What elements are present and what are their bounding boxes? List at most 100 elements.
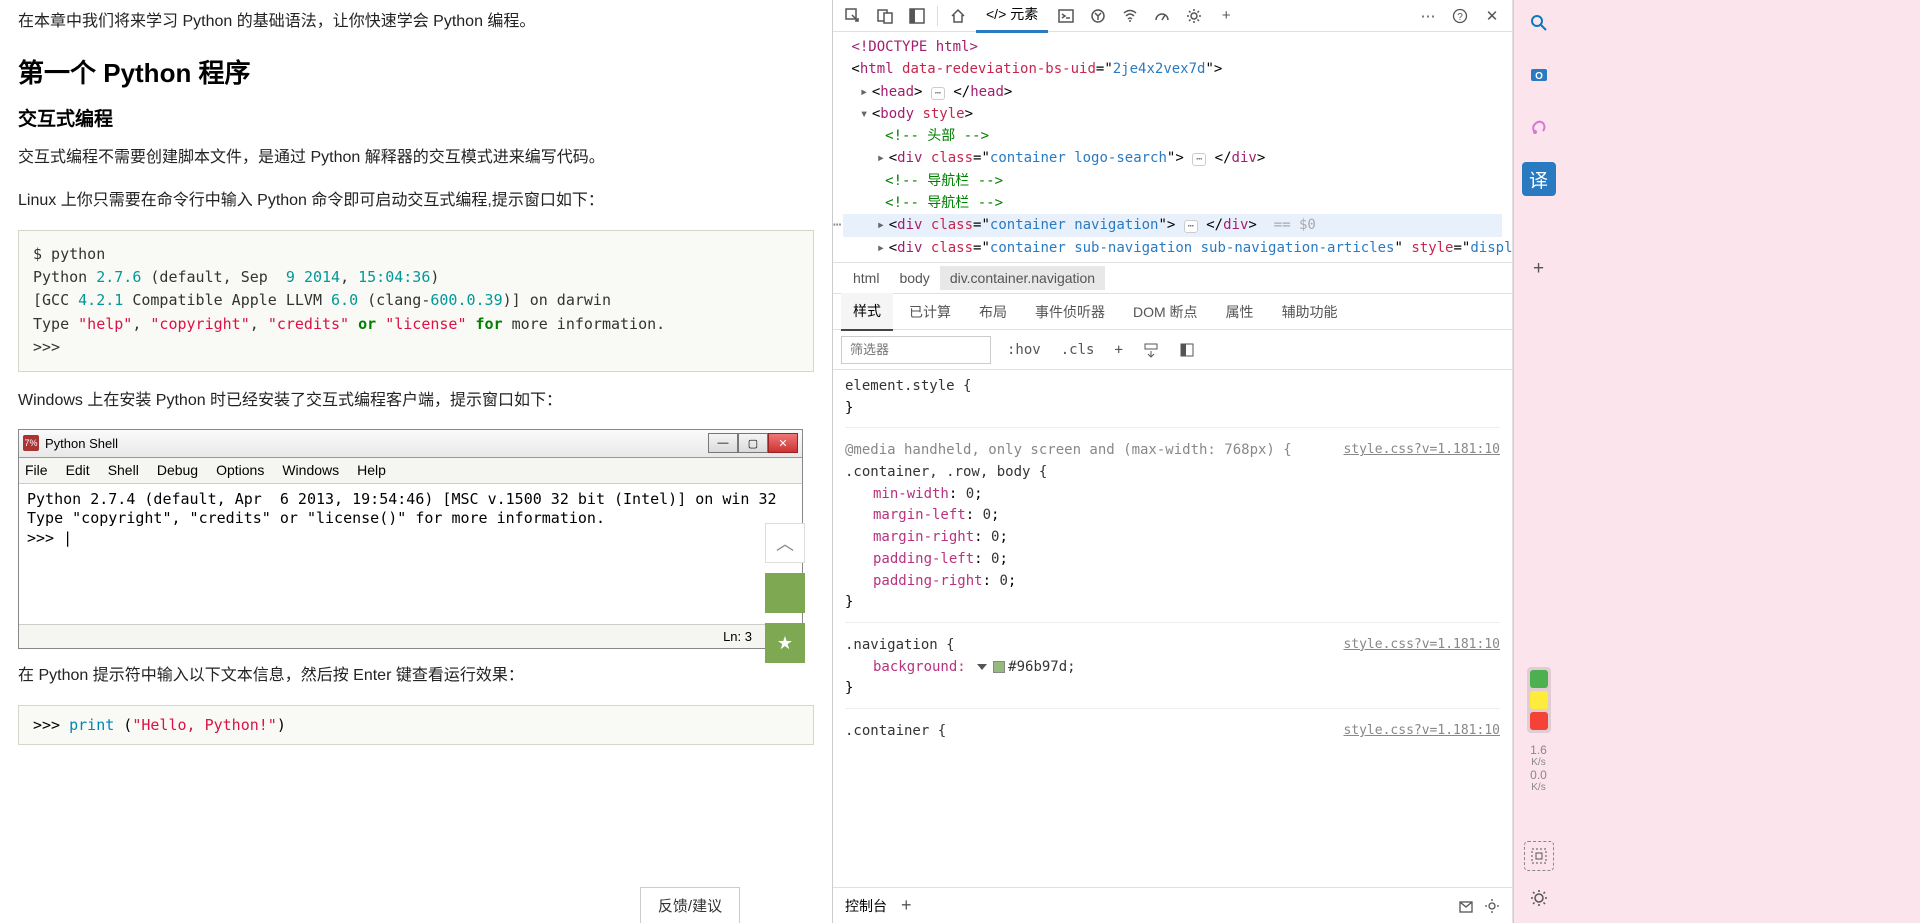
- crumb-navigation[interactable]: div.container.navigation: [940, 266, 1105, 290]
- crumb-body[interactable]: body: [889, 266, 939, 290]
- cls-toggle[interactable]: .cls: [1057, 340, 1099, 360]
- tab-elements[interactable]: </> 元素: [976, 0, 1048, 33]
- rule-element-style[interactable]: element.style { }: [845, 376, 1500, 428]
- menu-windows[interactable]: Windows: [282, 462, 339, 478]
- performance-icon[interactable]: [1148, 2, 1176, 30]
- dom-comment-nav1[interactable]: <!-- 导航栏 -->: [843, 170, 1502, 192]
- rule-navigation[interactable]: style.css?v=1.181:10 .navigation { backg…: [845, 635, 1500, 709]
- crumb-html[interactable]: html: [843, 266, 889, 290]
- dom-doctype[interactable]: <!DOCTYPE html>: [843, 36, 1502, 58]
- devtools-panel: </> 元素 + ⋯ ? ✕ <!DOCTYPE html> <html dat…: [833, 0, 1513, 923]
- tab-dom-breakpoints[interactable]: DOM 断点: [1121, 294, 1210, 330]
- close-devtools-icon[interactable]: ✕: [1478, 2, 1506, 30]
- menu-debug[interactable]: Debug: [157, 462, 198, 478]
- menu-shell[interactable]: Shell: [108, 462, 139, 478]
- para-windows-hint: Windows 上在安装 Python 时已经安装了交互式编程客户端，提示窗口如…: [18, 386, 814, 416]
- minimize-button[interactable]: —: [708, 433, 738, 453]
- console-icon[interactable]: [1052, 2, 1080, 30]
- tutorial-content: 在本章中我们将来学习 Python 的基础语法，让你快速学会 Python 编程…: [0, 0, 833, 923]
- translate-icon[interactable]: 译: [1522, 162, 1556, 196]
- source-link[interactable]: style.css?v=1.181:10: [1343, 635, 1500, 655]
- rule-media-container[interactable]: style.css?v=1.181:10 @media handheld, on…: [845, 440, 1500, 623]
- dom-subnav[interactable]: ▸<div class="container sub-navigation su…: [843, 237, 1502, 259]
- add-tab-icon[interactable]: +: [1212, 2, 1240, 30]
- source-link[interactable]: style.css?v=1.181:10: [1343, 721, 1500, 741]
- maximize-button[interactable]: ▢: [738, 433, 768, 453]
- console-drawer-bar: 控制台 +: [833, 887, 1512, 923]
- home-icon[interactable]: [944, 2, 972, 30]
- menu-file[interactable]: File: [25, 462, 48, 478]
- dom-logo-search[interactable]: ▸<div class="container logo-search"> ⋯ <…: [843, 147, 1502, 169]
- dom-body[interactable]: ▾<body style>: [843, 103, 1502, 125]
- styles-body[interactable]: element.style { } style.css?v=1.181:10 @…: [833, 370, 1512, 887]
- flex-icon[interactable]: [1139, 340, 1163, 360]
- gear-icon[interactable]: [1524, 883, 1554, 913]
- hov-toggle[interactable]: :hov: [1003, 340, 1045, 360]
- shell-menu: File Edit Shell Debug Options Windows He…: [19, 458, 802, 484]
- network-speed: 1.6K/s 0.0K/s: [1514, 743, 1563, 793]
- dom-head[interactable]: ▸<head> ⋯ </head>: [843, 81, 1502, 103]
- devtools-header: </> 元素 + ⋯ ? ✕: [833, 0, 1512, 32]
- dom-html[interactable]: <html data-redeviation-bs-uid="2je4x2vex…: [843, 58, 1502, 80]
- grid-icon[interactable]: [1175, 340, 1199, 360]
- para-interactive-desc: 交互式编程不需要创建脚本文件，是通过 Python 解释器的交互模式进来编写代码…: [18, 143, 814, 173]
- dom-breadcrumb: html body div.container.navigation: [833, 262, 1512, 294]
- shell-status: Ln: 3: [19, 624, 802, 648]
- drawer-settings-icon[interactable]: [1484, 898, 1500, 914]
- more-icon[interactable]: ⋯: [1414, 2, 1442, 30]
- qr-button[interactable]: [765, 573, 805, 613]
- close-button[interactable]: ✕: [768, 433, 798, 453]
- dom-comment-header[interactable]: <!-- 头部 -->: [843, 125, 1502, 147]
- dom-comment-nav2[interactable]: <!-- 导航栏 -->: [843, 192, 1502, 214]
- code-block-linux: $ python Python 2.7.6 (default, Sep 9 20…: [18, 230, 814, 372]
- add-sidebar-icon[interactable]: +: [1522, 252, 1556, 286]
- network-icon[interactable]: [1116, 2, 1144, 30]
- styles-filter-input[interactable]: [841, 336, 991, 364]
- search-icon[interactable]: [1522, 6, 1556, 40]
- para-prompt-hint: 在 Python 提示符中输入以下文本信息，然后按 Enter 键查看运行效果：: [18, 661, 814, 691]
- shell-title: Python Shell: [45, 436, 118, 451]
- extension-icon[interactable]: [1522, 110, 1556, 144]
- para-linux-hint: Linux 上你只需要在命令行中输入 Python 命令即可启动交互式编程,提示…: [18, 186, 814, 216]
- screenshot-icon[interactable]: [1524, 841, 1554, 871]
- issues-icon[interactable]: [1458, 898, 1474, 914]
- styles-tabs: 样式 已计算 布局 事件侦听器 DOM 断点 属性 辅助功能: [833, 294, 1512, 330]
- browser-sidebar: O 译 + 1.6K/s 0.0K/s: [1513, 0, 1563, 923]
- python-shell-icon: 7%: [23, 435, 39, 451]
- tab-properties[interactable]: 属性: [1214, 294, 1266, 330]
- tab-accessibility[interactable]: 辅助功能: [1270, 294, 1350, 330]
- tab-event-listeners[interactable]: 事件侦听器: [1023, 294, 1117, 330]
- svg-text:O: O: [1535, 71, 1543, 82]
- feedback-button[interactable]: 反馈/建议: [640, 887, 740, 923]
- shell-titlebar: 7% Python Shell — ▢ ✕: [19, 430, 802, 458]
- svg-text:?: ?: [1457, 12, 1463, 23]
- new-rule-icon[interactable]: +: [1110, 340, 1126, 360]
- help-icon[interactable]: ?: [1446, 2, 1474, 30]
- dock-icon[interactable]: [903, 2, 931, 30]
- inspect-icon[interactable]: [839, 2, 867, 30]
- menu-edit[interactable]: Edit: [66, 462, 90, 478]
- device-toggle-icon[interactable]: [871, 2, 899, 30]
- scroll-top-button[interactable]: ︿: [765, 523, 805, 563]
- source-link[interactable]: style.css?v=1.181:10: [1343, 440, 1500, 460]
- intro-text: 在本章中我们将来学习 Python 的基础语法，让你快速学会 Python 编程…: [18, 8, 814, 35]
- tab-styles[interactable]: 样式: [841, 293, 893, 331]
- menu-help[interactable]: Help: [357, 462, 386, 478]
- heading-interactive: 交互式编程: [18, 104, 814, 131]
- sources-icon[interactable]: [1084, 2, 1112, 30]
- traffic-indicator: [1527, 667, 1551, 733]
- menu-options[interactable]: Options: [216, 462, 264, 478]
- add-drawer-tab-icon[interactable]: +: [901, 895, 912, 916]
- dom-close-div[interactable]: </div>: [843, 259, 1502, 262]
- heading-first-program: 第一个 Python 程序: [18, 53, 814, 90]
- outlook-icon[interactable]: O: [1522, 58, 1556, 92]
- tab-layout[interactable]: 布局: [967, 294, 1019, 330]
- favorite-button[interactable]: ★: [765, 623, 805, 663]
- rule-container[interactable]: style.css?v=1.181:10 .container {: [845, 721, 1500, 751]
- dom-navigation-selected[interactable]: ⋯ ▸<div class="container navigation"> ⋯ …: [843, 214, 1502, 236]
- tab-computed[interactable]: 已计算: [897, 294, 963, 330]
- console-tab[interactable]: 控制台: [845, 896, 887, 916]
- settings-icon[interactable]: [1180, 2, 1208, 30]
- dom-tree[interactable]: <!DOCTYPE html> <html data-redeviation-b…: [833, 32, 1512, 262]
- shell-body: Python 2.7.4 (default, Apr 6 2013, 19:54…: [19, 484, 802, 624]
